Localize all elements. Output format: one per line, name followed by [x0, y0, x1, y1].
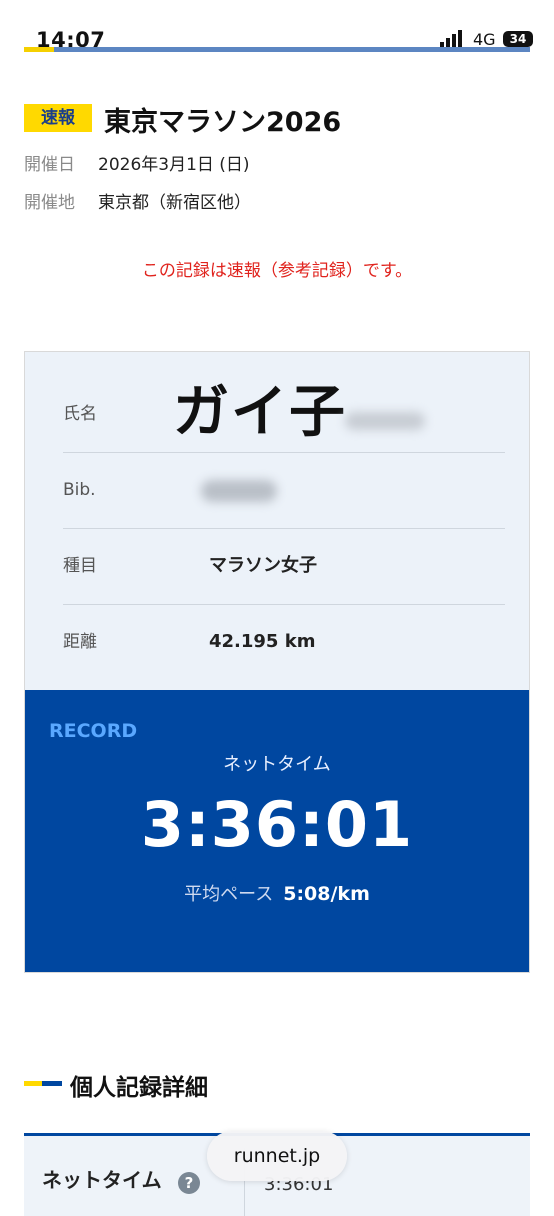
bib-label: Bib. [63, 480, 96, 500]
detail-net-time-label: ネットタイム [42, 1168, 162, 1192]
net-time-value: 3:36:01 [140, 788, 414, 861]
event-date-label: 開催日 [24, 155, 75, 175]
redacted-name [345, 412, 425, 430]
runner-name: ガイ子 [173, 380, 347, 445]
pace-value: 5:08/km [283, 883, 370, 905]
bib-row: Bib. [63, 452, 505, 529]
event-venue-label: 開催地 [24, 193, 75, 213]
event-venue-row: 開催地 東京都（新宿区他） [24, 188, 251, 213]
section-accent [24, 1081, 62, 1086]
record-panel: RECORD ネットタイム 3:36:01 平均ペース 5:08/km [25, 690, 529, 972]
name-label: 氏名 [63, 404, 97, 424]
distance-label: 距離 [63, 632, 97, 652]
net-time-label: ネットタイム [223, 754, 331, 775]
page-load-progress [24, 47, 530, 52]
average-pace: 平均ペース 5:08/km [25, 880, 529, 906]
redacted-bib [201, 480, 277, 502]
battery-icon: 34 [503, 31, 533, 47]
provisional-notice: この記録は速報（参考記録）です。 [141, 261, 413, 281]
event-label: 種目 [63, 556, 97, 576]
signal-icon [440, 30, 462, 48]
distance-value: 42.195 km [209, 631, 316, 652]
event-value: マラソン女子 [209, 555, 317, 576]
distance-row: 距離 42.195 km [63, 604, 505, 680]
help-icon[interactable]: ? [178, 1172, 200, 1194]
pace-label: 平均ペース [184, 884, 274, 905]
status-bar: 14:07 4G 34 [0, 0, 554, 54]
event-date-value: 2026年3月1日 (日) [98, 155, 250, 175]
event-date-row: 開催日 2026年3月1日 (日) [24, 150, 250, 175]
event-row: 種目 マラソン女子 [63, 528, 505, 605]
url-bar[interactable]: runnet.jp [207, 1131, 347, 1181]
event-venue-value: 東京都（新宿区他） [98, 193, 251, 213]
flash-report-badge: 速報 [24, 104, 92, 132]
section-title: 個人記録詳細 [70, 1075, 208, 1101]
page-title: 東京マラソン2026 [104, 107, 342, 138]
result-card: 氏名 ガイ子 Bib. 種目 マラソン女子 距離 42.195 km RECOR… [24, 351, 530, 973]
record-label: RECORD [49, 720, 138, 742]
